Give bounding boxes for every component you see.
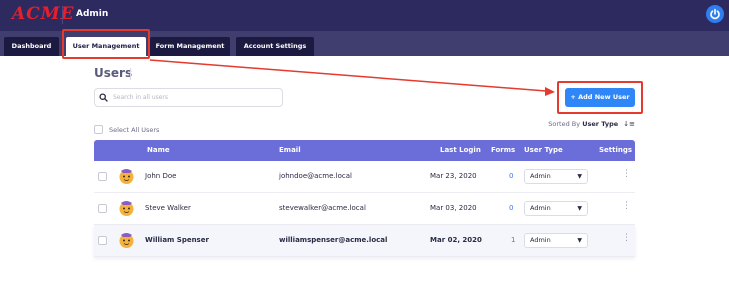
user-type-select[interactable]: Admin ▼ [524,233,588,248]
user-type-select[interactable]: Admin ▼ [524,169,588,184]
add-new-user-button[interactable]: + Add New User [565,88,635,107]
user-name: Steve Walker [145,204,191,212]
search-icon [99,93,108,102]
column-user-type[interactable]: User Type [524,146,563,154]
more-options-icon[interactable]: ⋮ [622,202,631,211]
last-login: Mar 02, 2020 [430,236,482,244]
column-last-login[interactable]: Last Login [440,146,481,154]
avatar [119,233,134,248]
caret-down-icon: ▼ [577,205,582,212]
select-all-label: Select All Users [109,125,160,134]
caret-down-icon: ▼ [577,173,582,180]
table-header: Name Email Last Login Forms User Type Se… [94,140,635,161]
sort-icon[interactable]: ↓≡ [623,120,635,128]
table-row[interactable]: William Spenser williamspenser@acme.loca… [94,225,635,257]
title-divider [130,68,131,80]
user-email: williamspenser@acme.local [279,236,388,244]
user-type-value: Admin [530,204,551,212]
user-type-value: Admin [530,236,551,244]
user-name: William Spenser [145,236,209,244]
avatar [119,169,134,184]
row-checkbox[interactable] [98,172,107,181]
user-email: stevewalker@acme.local [279,204,366,212]
forms-count[interactable]: 0 [509,204,513,212]
table-row[interactable]: John Doe johndoe@acme.local Mar 23, 2020… [94,161,635,193]
row-checkbox[interactable] [98,236,107,245]
user-email: johndoe@acme.local [279,172,352,180]
avatar [119,201,134,216]
row-checkbox[interactable] [98,204,107,213]
search-input[interactable] [113,91,278,104]
more-options-icon[interactable]: ⋮ [622,234,631,243]
column-settings: Settings [599,146,633,154]
last-login: Mar 23, 2020 [430,172,477,180]
select-all-checkbox[interactable] [94,125,103,134]
forms-count[interactable]: 1 [511,236,515,244]
column-forms[interactable]: Forms [491,146,515,154]
user-type-select[interactable]: Admin ▼ [524,201,588,216]
page-title: Users [94,66,133,80]
user-type-value: Admin [530,172,551,180]
table-row[interactable]: Steve Walker stevewalker@acme.local Mar … [94,193,635,225]
sorted-by-value[interactable]: User Type [582,120,618,128]
column-name[interactable]: Name [147,146,170,154]
forms-count[interactable]: 0 [509,172,513,180]
column-email[interactable]: Email [279,146,301,154]
search-box[interactable] [94,88,283,107]
sorted-by-label: Sorted By [548,120,581,128]
caret-down-icon: ▼ [577,237,582,244]
last-login: Mar 03, 2020 [430,204,477,212]
user-name: John Doe [145,172,177,180]
select-all[interactable]: Select All Users [94,119,159,138]
sort-control[interactable]: Sorted By User Type ↓≡ [548,120,635,128]
more-options-icon[interactable]: ⋮ [622,170,631,179]
